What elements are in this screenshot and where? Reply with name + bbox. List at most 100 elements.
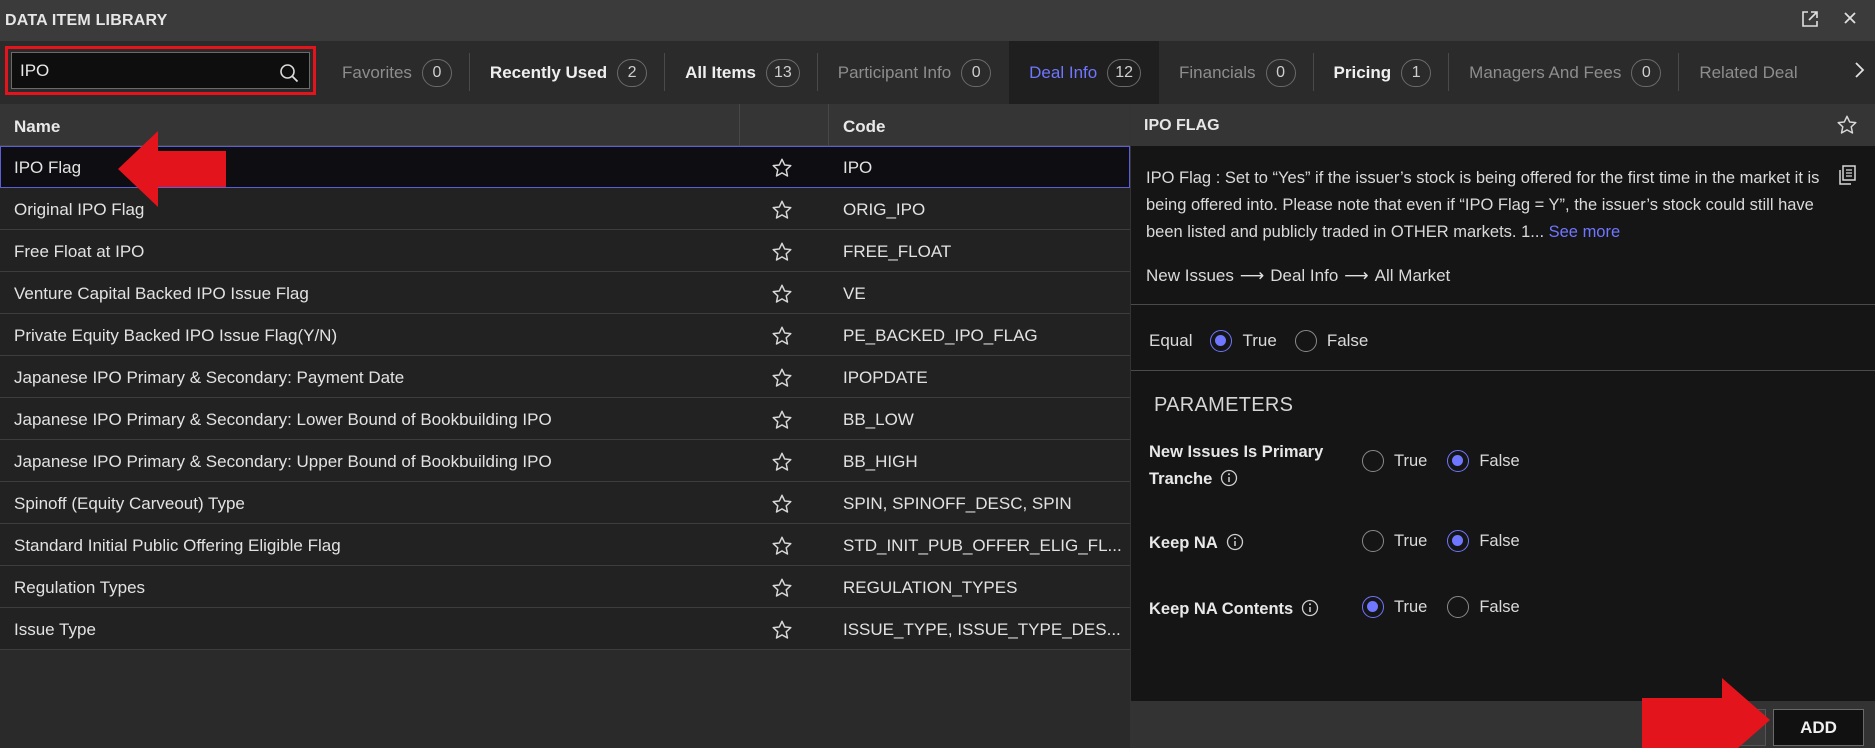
option-true[interactable]: True: [1362, 596, 1427, 618]
param-label-text: Keep NA: [1149, 534, 1218, 552]
breadcrumb-item: New Issues: [1146, 266, 1234, 285]
table-row[interactable]: Japanese IPO Primary & Secondary: Upper …: [0, 440, 1130, 482]
table-row[interactable]: Private Equity Backed IPO Issue Flag(Y/N…: [0, 314, 1130, 356]
table-row[interactable]: Regulation Types REGULATION_TYPES: [0, 566, 1130, 608]
see-more-link[interactable]: See more: [1549, 223, 1621, 241]
row-name: Free Float at IPO: [14, 242, 145, 261]
star-icon[interactable]: [771, 409, 793, 431]
info-icon[interactable]: [1220, 469, 1238, 487]
tab-recently-used[interactable]: Recently Used 2: [470, 41, 666, 104]
param-label: New Issues Is Primary Tranche: [1149, 439, 1339, 493]
tab-count-badge: 1: [1401, 58, 1432, 87]
row-code: IPOPDATE: [843, 368, 928, 387]
option-true[interactable]: True: [1362, 450, 1427, 472]
arrow-right-icon: ⟶: [1239, 266, 1265, 285]
tab-count-badge: 0: [961, 58, 992, 87]
row-code: ORIG_IPO: [843, 200, 926, 219]
tab-deal-info[interactable]: Deal Info 12: [1009, 41, 1159, 104]
column-header-code[interactable]: Code: [829, 104, 886, 146]
star-icon[interactable]: [771, 283, 793, 305]
tab-all-items[interactable]: All Items 13: [665, 41, 818, 104]
search-icon[interactable]: [279, 63, 299, 83]
divider: [1131, 370, 1875, 371]
star-icon[interactable]: [771, 325, 793, 347]
search-highlight: [5, 46, 316, 95]
param-options: True False: [1362, 450, 1540, 472]
star-icon[interactable]: [771, 493, 793, 515]
option-false[interactable]: False: [1447, 596, 1520, 618]
tab-count-badge: 2: [617, 58, 648, 87]
row-name: Regulation Types: [14, 578, 146, 597]
tab-label: Deal Info: [1029, 62, 1098, 82]
radio-true[interactable]: [1362, 596, 1384, 618]
star-icon[interactable]: [771, 157, 793, 179]
tab-favorites[interactable]: Favorites 0: [322, 41, 470, 104]
row-code: VE: [843, 284, 866, 303]
star-icon[interactable]: [771, 241, 793, 263]
tab-managers-and-fees[interactable]: Managers And Fees 0: [1449, 41, 1680, 104]
radio-label: False: [1326, 331, 1369, 350]
description-text: IPO Flag : Set to “Yes” if the issuer’s …: [1146, 169, 1820, 241]
annotation-arrow-right-icon: [1642, 678, 1770, 748]
tab-count-badge: 0: [1265, 58, 1296, 87]
radio-label: True: [1394, 451, 1428, 470]
radio-true[interactable]: [1362, 530, 1384, 552]
radio-true[interactable]: [1362, 450, 1384, 472]
option-false[interactable]: False: [1447, 530, 1520, 552]
chevron-right-icon: [1853, 61, 1865, 84]
radio-label: True: [1394, 531, 1428, 550]
close-icon[interactable]: [1841, 10, 1859, 28]
tab-financials[interactable]: Financials 0: [1159, 41, 1314, 104]
row-name: Private Equity Backed IPO Issue Flag(Y/N…: [14, 326, 338, 345]
column-header-name[interactable]: Name: [0, 104, 60, 146]
breadcrumb-item: Deal Info: [1270, 266, 1339, 285]
table-row[interactable]: Free Float at IPO FREE_FLOAT: [0, 230, 1130, 272]
star-icon[interactable]: [771, 577, 793, 599]
info-icon[interactable]: [1226, 533, 1244, 551]
tab-pricing[interactable]: Pricing 1: [1314, 41, 1450, 104]
search-input[interactable]: [12, 53, 309, 88]
radio-false[interactable]: [1447, 450, 1470, 472]
tab-participant-info[interactable]: Participant Info 0: [818, 41, 1009, 104]
star-icon[interactable]: [1836, 114, 1858, 136]
option-false[interactable]: False: [1447, 450, 1520, 472]
table-row[interactable]: Standard Initial Public Offering Eligibl…: [0, 524, 1130, 566]
radio-label: True: [1394, 597, 1428, 616]
detail-title: IPO FLAG: [1144, 117, 1220, 134]
copy-icon[interactable]: [1837, 164, 1857, 186]
tab-label: Participant Info: [837, 62, 952, 82]
tab-count-badge: 12: [1107, 58, 1141, 87]
equal-label: Equal: [1149, 331, 1193, 350]
row-code: IPO: [843, 158, 873, 177]
star-icon[interactable]: [771, 199, 793, 221]
tab-label: Managers And Fees: [1469, 62, 1622, 82]
star-icon[interactable]: [771, 535, 793, 557]
option-true[interactable]: True: [1362, 530, 1427, 552]
table-row[interactable]: Japanese IPO Primary & Secondary: Paymen…: [0, 356, 1130, 398]
add-button[interactable]: ADD: [1773, 709, 1864, 746]
star-icon[interactable]: [771, 451, 793, 473]
equal-false-radio[interactable]: [1294, 330, 1317, 352]
tabs-scroll-right-button[interactable]: [1842, 41, 1875, 104]
search-field: [11, 52, 310, 89]
tab-row: Favorites 0 Recently Used 2 All Items 13…: [0, 41, 1875, 104]
table-row[interactable]: Japanese IPO Primary & Secondary: Lower …: [0, 398, 1130, 440]
star-icon[interactable]: [771, 367, 793, 389]
table-row[interactable]: Issue Type ISSUE_TYPE, ISSUE_TYPE_DES...: [0, 608, 1130, 650]
info-icon[interactable]: [1301, 599, 1319, 617]
radio-false[interactable]: [1447, 596, 1470, 618]
table-row[interactable]: Venture Capital Backed IPO Issue Flag VE: [0, 272, 1130, 314]
table-row[interactable]: Spinoff (Equity Carveout) Type SPIN, SPI…: [0, 482, 1130, 524]
row-name: Standard Initial Public Offering Eligibl…: [14, 536, 341, 555]
equal-condition: Equal True False: [1149, 326, 1368, 356]
row-code: PE_BACKED_IPO_FLAG: [843, 326, 1038, 345]
radio-false[interactable]: [1447, 530, 1470, 552]
tab-label: Favorites: [342, 62, 412, 82]
tab-label: Pricing: [1333, 62, 1392, 82]
param-label-text: New Issues Is Primary: [1149, 443, 1324, 461]
equal-true-radio[interactable]: [1210, 330, 1233, 352]
star-icon[interactable]: [771, 619, 793, 641]
tab-related-deal[interactable]: Related Deal: [1679, 41, 1797, 104]
row-code: BB_LOW: [843, 410, 914, 429]
popout-icon[interactable]: [1801, 10, 1819, 28]
